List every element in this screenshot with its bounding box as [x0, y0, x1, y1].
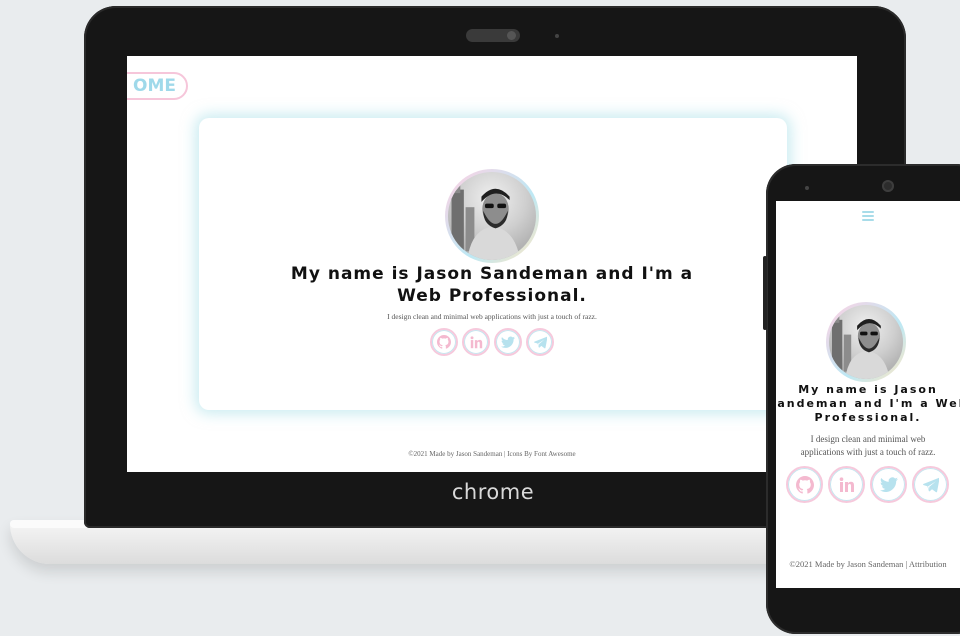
phone-speaker: [805, 186, 809, 190]
phone-social-links: [786, 466, 949, 503]
twitter-link[interactable]: [494, 328, 522, 356]
phone-screen: My name is Jason Sandeman and I'm a Web …: [776, 201, 960, 588]
laptop-screen: OME My name is Jason Sandeman and I'm a …: [127, 56, 857, 472]
hamburger-line: [862, 215, 874, 217]
profile-avatar: [445, 169, 539, 263]
phone-profile-photo: [829, 305, 903, 379]
telegram-link[interactable]: [526, 328, 554, 356]
laptop-brand-label: chrome: [451, 480, 535, 504]
laptop-sensor-dot: [555, 34, 559, 38]
social-links: [430, 328, 554, 356]
phone-camera-icon: [882, 180, 894, 192]
github-link[interactable]: [430, 328, 458, 356]
person-photo-icon: [451, 184, 521, 260]
twitter-icon: [501, 336, 515, 348]
twitter-link[interactable]: [870, 466, 907, 503]
telegram-icon: [533, 336, 547, 348]
phone-tagline-line1: I design clean and minimal web: [810, 434, 926, 444]
github-icon: [437, 335, 451, 349]
phone-tagline-line2: applications with just a touch of razz.: [800, 447, 936, 457]
telegram-link[interactable]: [912, 466, 949, 503]
site-logo[interactable]: OME: [127, 72, 188, 100]
site-footer: ©2021 Made by Jason Sandeman | Icons By …: [408, 450, 576, 458]
phone-profile-avatar: [826, 302, 906, 382]
linkedin-icon: [470, 335, 482, 348]
laptop-camera-icon: [507, 31, 516, 40]
hero-headline: My name is Jason Sandeman and I'm a Web …: [290, 264, 694, 306]
github-icon: [795, 475, 814, 494]
phone-headline-line3: Professional.: [814, 411, 922, 424]
linkedin-link[interactable]: [462, 328, 490, 356]
profile-photo: [448, 172, 536, 260]
phone-side-button: [763, 256, 767, 330]
linkedin-link[interactable]: [828, 466, 865, 503]
github-link[interactable]: [786, 466, 823, 503]
phone-headline-line1: My name is Jason: [798, 383, 938, 396]
hamburger-line: [862, 219, 874, 221]
phone-site-footer: ©2021 Made by Jason Sandeman | Attributi…: [789, 559, 947, 569]
hero-tagline: I design clean and minimal web applicati…: [387, 312, 597, 321]
twitter-icon: [879, 476, 898, 492]
telegram-icon: [922, 477, 939, 492]
linkedin-icon: [839, 476, 854, 492]
phone-headline-line2: Sandeman and I'm a Web: [776, 397, 960, 410]
hamburger-icon[interactable]: [862, 211, 874, 221]
person-photo-icon: [831, 315, 890, 379]
hamburger-line: [862, 211, 874, 213]
